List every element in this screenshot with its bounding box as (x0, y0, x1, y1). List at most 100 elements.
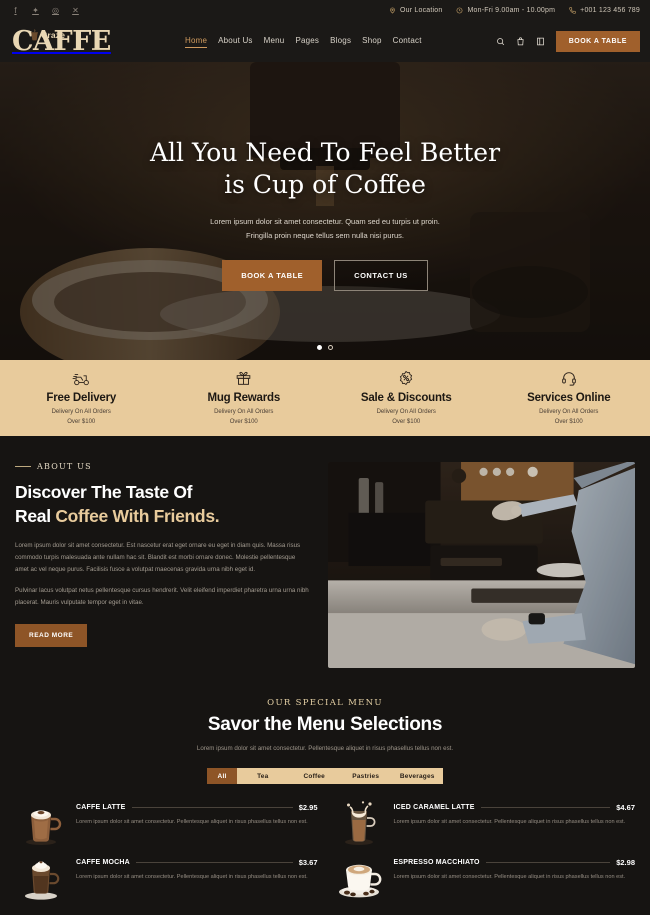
top-bar: f ✦ ◎ ✕ Our Location Mon-Fri 9.00am - 10… (0, 0, 650, 21)
latte-glass-mug-icon (15, 798, 67, 846)
about-eyebrow-label: ABOUT US (37, 462, 92, 471)
about-eyebrow: ABOUT US (15, 462, 310, 471)
menu-item-header: CAFFE LATTE $2.95 (76, 803, 318, 812)
hero-contact-us-button[interactable]: CONTACT US (334, 260, 428, 291)
caffe-mocha-thumbnail (15, 853, 67, 901)
about-title: Discover The Taste Of Real Coffee With F… (15, 481, 310, 528)
menu-item-divider (486, 862, 611, 863)
feature-desc: Delivery On All Orders Over $100 (488, 408, 650, 428)
nav-item-home[interactable]: Home (185, 36, 207, 48)
caffe-latte-thumbnail (15, 798, 67, 846)
nav-item-contact[interactable]: Contact (393, 36, 422, 47)
espresso-cup-beans-icon (333, 853, 385, 901)
hero-title-line-1: All You Need To Feel Better (150, 138, 500, 167)
menu-item-description: Lorem ipsum dolor sit amet consectetur. … (76, 817, 318, 827)
iced-caramel-splash-icon (333, 798, 385, 846)
tab-coffee[interactable]: Coffee (289, 768, 341, 784)
social-links: f ✦ ◎ ✕ (10, 5, 81, 16)
menu-item-price: $2.95 (299, 803, 318, 812)
tab-all[interactable]: All (207, 768, 237, 784)
tab-beverages[interactable]: Beverages (392, 768, 444, 784)
menu-item-price: $3.67 (299, 858, 318, 867)
nav-item-pages[interactable]: Pages (295, 36, 319, 47)
discount-badge-icon (325, 369, 488, 388)
feature-desc-line2: Over $100 (67, 419, 95, 425)
menu-heading: OUR SPECIAL MENU Savor the Menu Selectio… (15, 698, 635, 754)
hero-slider-dots (0, 345, 650, 350)
top-bar-info: Our Location Mon-Fri 9.00am - 10.00pm +0… (389, 7, 640, 14)
menu-item-price: $2.98 (616, 858, 635, 867)
tab-tea[interactable]: Tea (237, 768, 289, 784)
hero-title: All You Need To Feel Better is Cup of Co… (150, 137, 500, 201)
about-paragraph-1: Lorem ipsum dolor sit amet consectetur. … (15, 540, 310, 576)
feature-desc-line1: Delivery On All Orders (539, 409, 598, 415)
menu-description: Lorem ipsum dolor sit amet consectetur. … (15, 743, 635, 754)
feature-desc-line1: Delivery On All Orders (214, 409, 273, 415)
about-image-column (328, 462, 635, 668)
nav-item-menu[interactable]: Menu (264, 36, 285, 47)
menu-item-name: ICED CARAMEL LATTE (394, 804, 475, 811)
about-section: ABOUT US Discover The Taste Of Real Coff… (0, 436, 650, 698)
feature-desc-line1: Delivery On All Orders (377, 409, 436, 415)
menu-item[interactable]: ESPRESSO MACCHIATO $2.98 Lorem ipsum dol… (333, 853, 636, 901)
features-bar: Free Delivery Delivery On All Orders Ove… (0, 360, 650, 436)
location-info[interactable]: Our Location (389, 7, 442, 14)
feature-desc-line2: Over $100 (555, 419, 583, 425)
menu-item[interactable]: CAFFE MOCHA $3.67 Lorem ipsum dolor sit … (15, 853, 318, 901)
facebook-icon[interactable]: f (10, 5, 21, 16)
about-text-column: ABOUT US Discover The Taste Of Real Coff… (15, 462, 310, 668)
menu-item-description: Lorem ipsum dolor sit amet consectetur. … (394, 872, 636, 882)
coffee-cup-icon (30, 29, 39, 47)
menu-item-divider (136, 862, 293, 863)
book-a-table-button[interactable]: BOOK A TABLE (556, 31, 640, 52)
twitter-icon[interactable]: ✦ (30, 5, 41, 16)
espresso-macchiato-thumbnail (333, 853, 385, 901)
hero-description: Lorem ipsum dolor sit amet consectetur. … (200, 215, 450, 241)
barista-illustration (328, 462, 635, 668)
instagram-icon[interactable]: ◎ (50, 5, 61, 16)
read-more-button[interactable]: READ MORE (15, 624, 87, 647)
feature-services-online: Services Online Delivery On All Orders O… (488, 369, 650, 428)
menu-item[interactable]: ICED CARAMEL LATTE $4.67 Lorem ipsum dol… (333, 798, 636, 846)
gift-box-icon (163, 369, 326, 388)
tab-pastries[interactable]: Pastries (340, 768, 392, 784)
sidebar-toggle-icon[interactable] (536, 37, 545, 46)
feature-desc: Delivery On All Orders Over $100 (325, 408, 488, 428)
menu-item[interactable]: CAFFE LATTE $2.95 Lorem ipsum dolor sit … (15, 798, 318, 846)
phone-info[interactable]: +001 123 456 789 (569, 7, 640, 14)
logo-sub-text: Craze (41, 30, 65, 40)
slider-dot-2[interactable] (328, 345, 333, 350)
about-title-line-2-plain: Real (15, 506, 55, 526)
menu-item-divider (481, 807, 611, 808)
feature-desc-line2: Over $100 (230, 419, 258, 425)
map-pin-icon (389, 7, 396, 14)
menu-item-body: CAFFE MOCHA $3.67 Lorem ipsum dolor sit … (76, 853, 318, 882)
menu-filter-tabs: All Tea Coffee Pastries Beverages (207, 768, 443, 784)
menu-item-divider (132, 807, 293, 808)
feature-desc-line2: Over $100 (392, 419, 420, 425)
phone-icon (569, 7, 576, 14)
page-root: f ✦ ◎ ✕ Our Location Mon-Fri 9.00am - 10… (0, 0, 650, 915)
menu-item-price: $4.67 (616, 803, 635, 812)
x-icon[interactable]: ✕ (70, 5, 81, 16)
feature-mug-rewards: Mug Rewards Delivery On All Orders Over … (163, 369, 326, 428)
menu-title: Savor the Menu Selections (15, 714, 635, 736)
search-icon[interactable] (496, 37, 505, 46)
hero-content: All You Need To Feel Better is Cup of Co… (0, 62, 650, 360)
site-logo[interactable]: C AFFE Craze (10, 29, 111, 55)
menu-item-header: ESPRESSO MACCHIATO $2.98 (394, 858, 636, 867)
shopping-bag-icon[interactable] (516, 37, 525, 46)
feature-free-delivery: Free Delivery Delivery On All Orders Ove… (0, 369, 163, 428)
barista-image (328, 462, 635, 668)
special-menu-section: OUR SPECIAL MENU Savor the Menu Selectio… (0, 698, 650, 915)
about-title-line-1: Discover The Taste Of (15, 482, 192, 502)
hero-book-a-table-button[interactable]: BOOK A TABLE (222, 260, 322, 291)
feature-desc: Delivery On All Orders Over $100 (163, 408, 326, 428)
hours-label: Mon-Fri 9.00am - 10.00pm (467, 7, 555, 14)
eyebrow-dash (15, 466, 31, 467)
nav-item-about-us[interactable]: About Us (218, 36, 253, 47)
slider-dot-1[interactable] (317, 345, 322, 350)
feature-desc-line1: Delivery On All Orders (52, 409, 111, 415)
nav-item-blogs[interactable]: Blogs (330, 36, 351, 47)
nav-item-shop[interactable]: Shop (362, 36, 381, 47)
